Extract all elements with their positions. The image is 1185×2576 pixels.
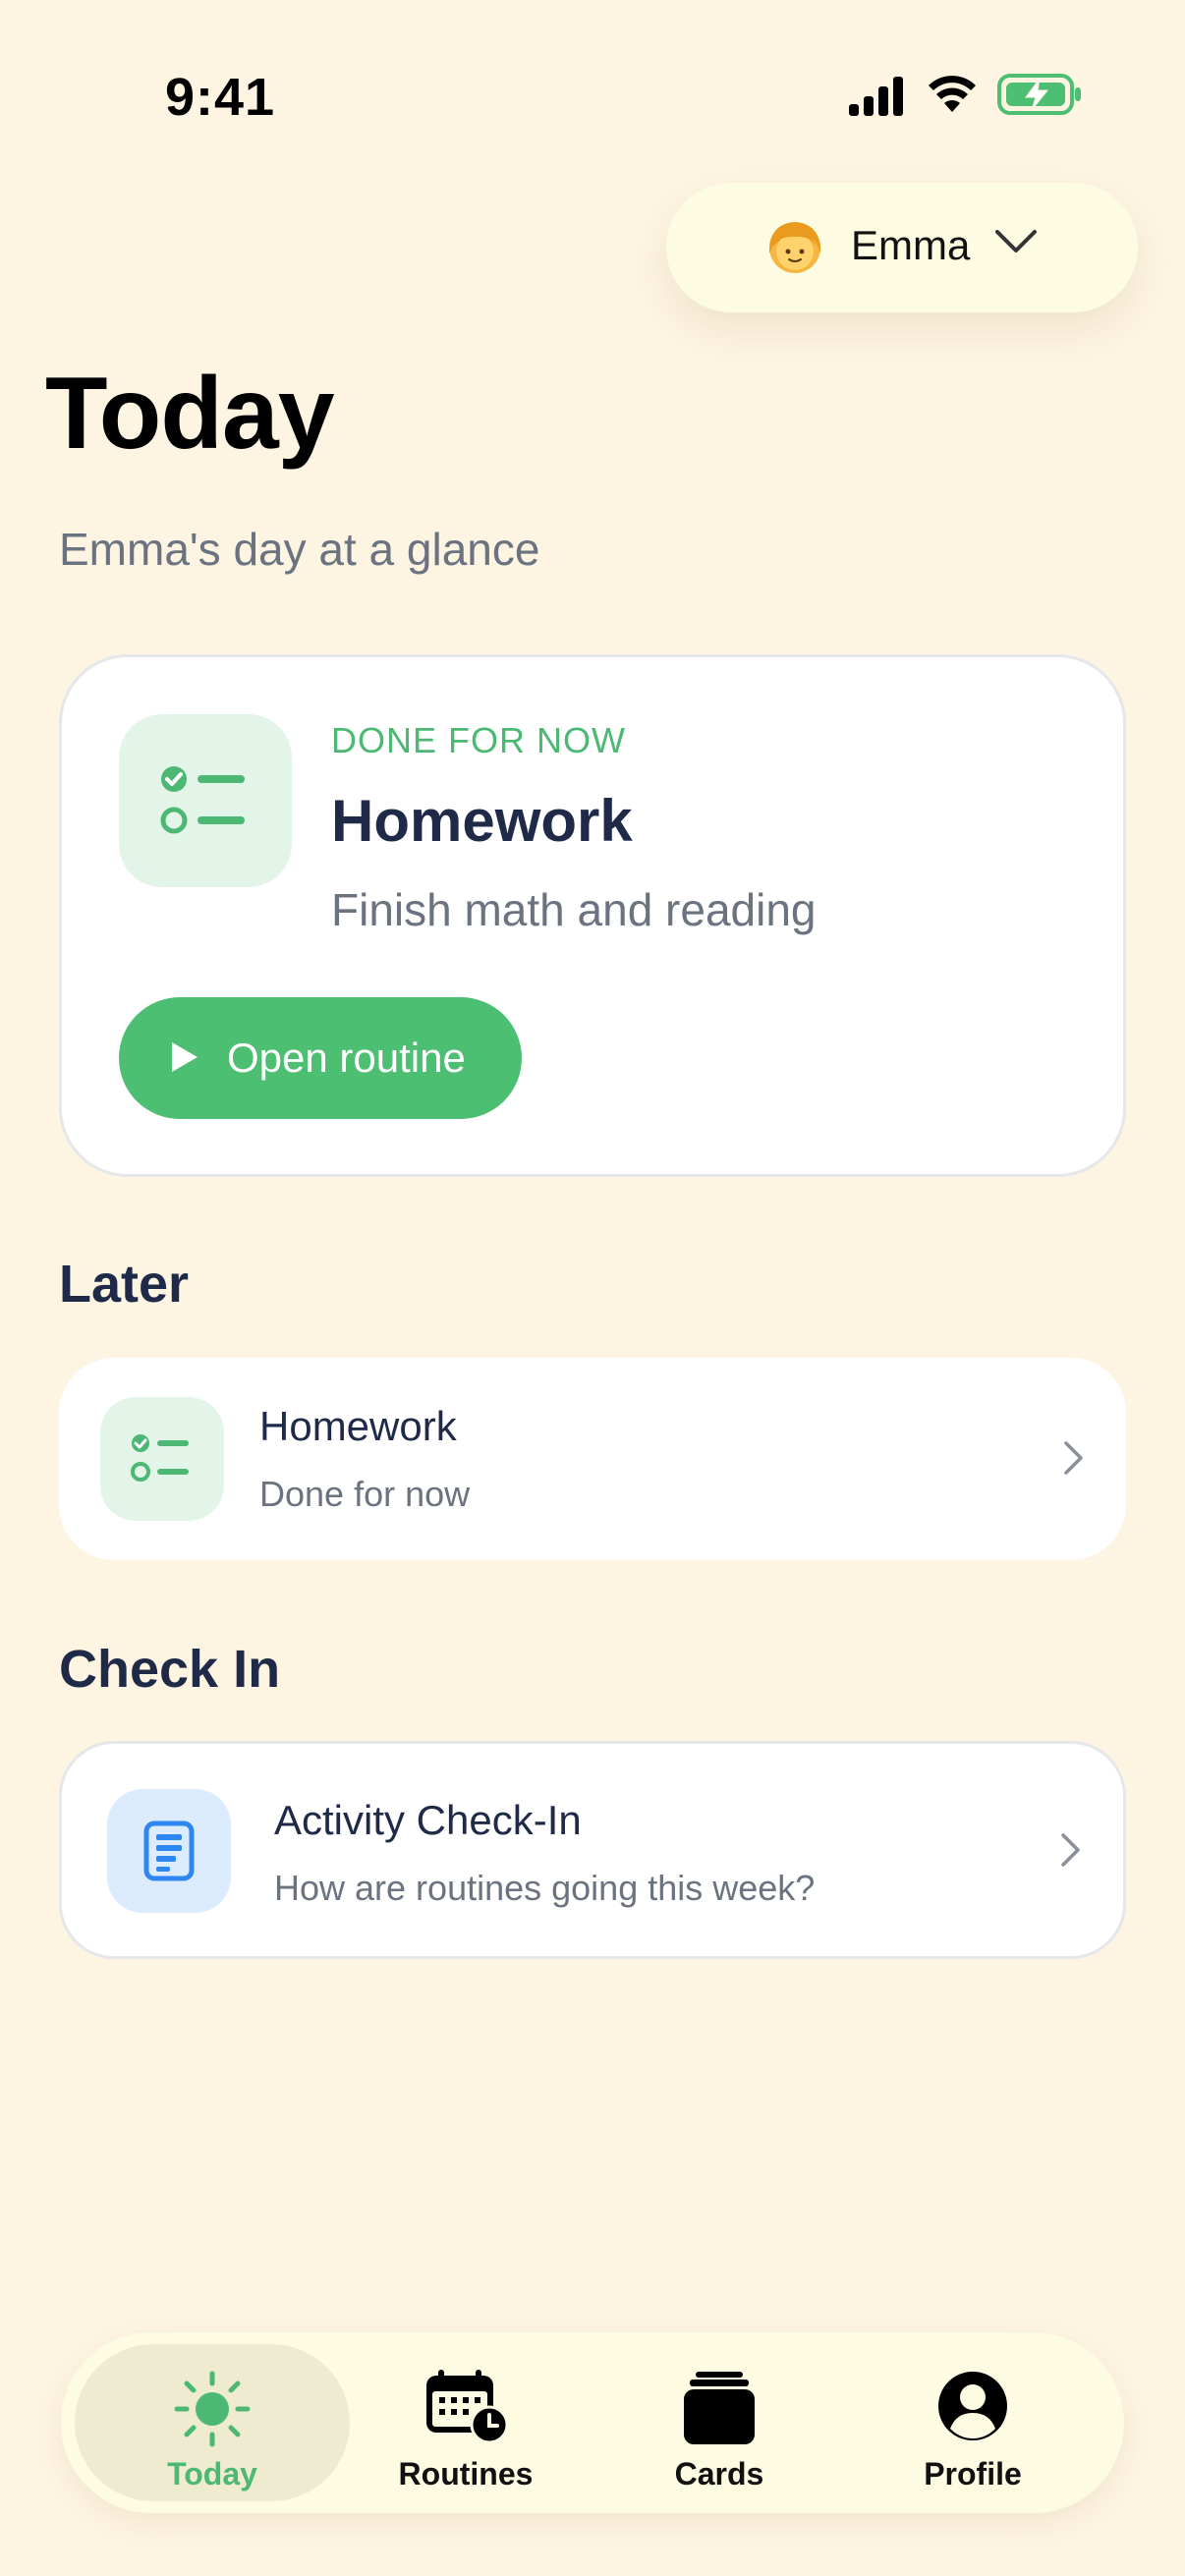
signal-icon (849, 77, 903, 116)
list-item-subtitle: Done for now (259, 1474, 471, 1514)
status-icons (847, 71, 1083, 122)
list-item[interactable]: Activity Check-In How are routines going… (59, 1741, 1126, 1959)
tab-label: Profile (924, 2456, 1022, 2492)
list-item[interactable]: Homework Done for now (59, 1358, 1126, 1560)
tab-bar: Today Routines Cards Profile (61, 2332, 1124, 2513)
later-section-title: Later (59, 1255, 190, 1314)
play-icon (172, 1042, 198, 1072)
tab-label: Cards (674, 2456, 764, 2492)
list-item-subtitle: How are routines going this week? (274, 1868, 816, 1908)
list-item-title: Activity Check-In (274, 1797, 582, 1843)
routine-icon-box (119, 714, 292, 887)
sun-icon (174, 2371, 251, 2447)
status-time: 9:41 (165, 68, 276, 127)
chevron-right-icon (1061, 1833, 1080, 1867)
wifi-icon (929, 76, 976, 112)
check-in-section-title: Check In (59, 1640, 281, 1699)
routine-description: Finish math and reading (331, 884, 817, 935)
tab-today[interactable]: Today (75, 2344, 350, 2501)
tab-label: Today (167, 2456, 257, 2492)
document-icon (143, 1820, 195, 1881)
list-item-title: Homework (259, 1403, 457, 1449)
routine-icon-box (100, 1397, 224, 1521)
battery-charging-icon (997, 74, 1081, 115)
open-routine-button[interactable]: Open routine (119, 997, 522, 1119)
tab-label: Routines (398, 2456, 534, 2492)
person-circle-icon (938, 2372, 1007, 2440)
open-routine-label: Open routine (227, 1035, 466, 1081)
routine-title: Homework (331, 788, 633, 854)
girl-avatar-icon (768, 222, 821, 273)
routine-status-label: DONE FOR NOW (331, 720, 626, 760)
tab-profile[interactable]: Profile (835, 2344, 1110, 2501)
chevron-right-icon (1064, 1441, 1083, 1475)
tab-cards[interactable]: Cards (582, 2344, 857, 2501)
profile-switcher[interactable]: Emma (666, 183, 1138, 312)
document-icon-box (107, 1789, 231, 1913)
tab-routines[interactable]: Routines (328, 2344, 603, 2501)
cards-stack-icon (684, 2372, 755, 2444)
page-subtitle: Emma's day at a glance (59, 524, 540, 575)
profile-name: Emma (851, 222, 971, 268)
calendar-clock-icon (426, 2370, 509, 2444)
page-title: Today (45, 357, 335, 471)
checklist-icon (160, 766, 245, 834)
current-routine-card: DONE FOR NOW Homework Finish math and re… (59, 654, 1126, 1177)
checklist-icon (131, 1434, 189, 1482)
chevron-down-icon (995, 230, 1037, 252)
